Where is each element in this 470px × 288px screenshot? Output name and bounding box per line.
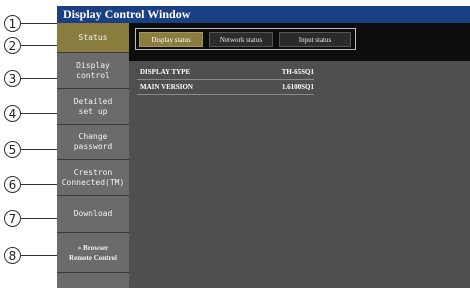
- info-row-display-type: DISPLAY TYPE TH-65SQ1: [137, 65, 314, 80]
- callout-number: 2: [4, 37, 21, 54]
- sidebar-item-sublabel: set up: [78, 106, 108, 116]
- info-key: DISPLAY TYPE: [140, 68, 191, 76]
- callout-number: 5: [4, 141, 21, 158]
- display-control-window: Display Control Window Display status Ne…: [57, 6, 470, 288]
- sidebar-item-change-password[interactable]: Change password: [57, 125, 129, 160]
- sidebar-item-sublabel: password: [73, 142, 113, 151]
- sidebar-item-detailed-set-up[interactable]: Detailed set up: [57, 89, 129, 125]
- callout-line: [21, 149, 57, 150]
- sidebar-item-label: Display: [76, 60, 110, 70]
- sidebar-item-crestron-connected[interactable]: Crestron Connected(TM): [57, 160, 129, 196]
- sidebar: Status Display control Detailed set up C…: [57, 23, 129, 288]
- sidebar-item-label: Status: [78, 32, 108, 42]
- sidebar-item-download[interactable]: Download: [57, 196, 129, 233]
- sidebar-item-sublabel: Remote Control: [69, 253, 117, 262]
- callout-number: 8: [4, 247, 21, 264]
- callout-number: 7: [4, 210, 21, 227]
- sidebar-item-label: Change: [78, 132, 108, 141]
- callout-number: 6: [4, 176, 21, 193]
- sidebar-item-label: Detailed: [73, 96, 113, 106]
- callout-number: 4: [4, 105, 21, 122]
- status-content-panel: DISPLAY TYPE TH-65SQ1 MAIN VERSION 1.610…: [129, 61, 470, 288]
- callout-line: [21, 113, 57, 114]
- tab-network-status[interactable]: Network status: [209, 32, 273, 47]
- info-value: TH-65SQ1: [281, 68, 314, 76]
- sidebar-item-label: Crestron: [73, 167, 113, 177]
- tab-group: Display status Network status Input stat…: [135, 28, 356, 50]
- tab-display-status[interactable]: Display status: [139, 32, 203, 47]
- sidebar-item-sublabel: Connected(TM): [61, 177, 125, 187]
- sidebar-item-display-control[interactable]: Display control: [57, 53, 129, 89]
- callout-number: 1: [4, 15, 21, 32]
- tab-bar: Display status Network status Input stat…: [129, 23, 470, 61]
- sidebar-item-label: Download: [73, 209, 113, 218]
- callout-line: [21, 218, 57, 219]
- callout-line: [21, 78, 57, 79]
- sidebar-item-browser-remote-control[interactable]: » Browser Remote Control: [57, 233, 129, 273]
- callout-number: 3: [4, 70, 21, 87]
- sidebar-item-label: » Browser: [77, 243, 109, 252]
- info-value: 1.6100SQ1: [281, 83, 314, 91]
- callout-line: [21, 255, 57, 256]
- tab-input-status[interactable]: Input status: [279, 32, 351, 47]
- info-row-main-version: MAIN VERSION 1.6100SQ1: [137, 80, 314, 95]
- sidebar-item-sublabel: control: [76, 70, 110, 80]
- window-title: Display Control Window: [57, 6, 470, 23]
- sidebar-item-status[interactable]: Status: [57, 23, 129, 53]
- info-key: MAIN VERSION: [140, 83, 193, 91]
- callout-line: [21, 45, 57, 46]
- callout-line: [21, 184, 57, 185]
- display-info-table: DISPLAY TYPE TH-65SQ1 MAIN VERSION 1.610…: [137, 65, 314, 95]
